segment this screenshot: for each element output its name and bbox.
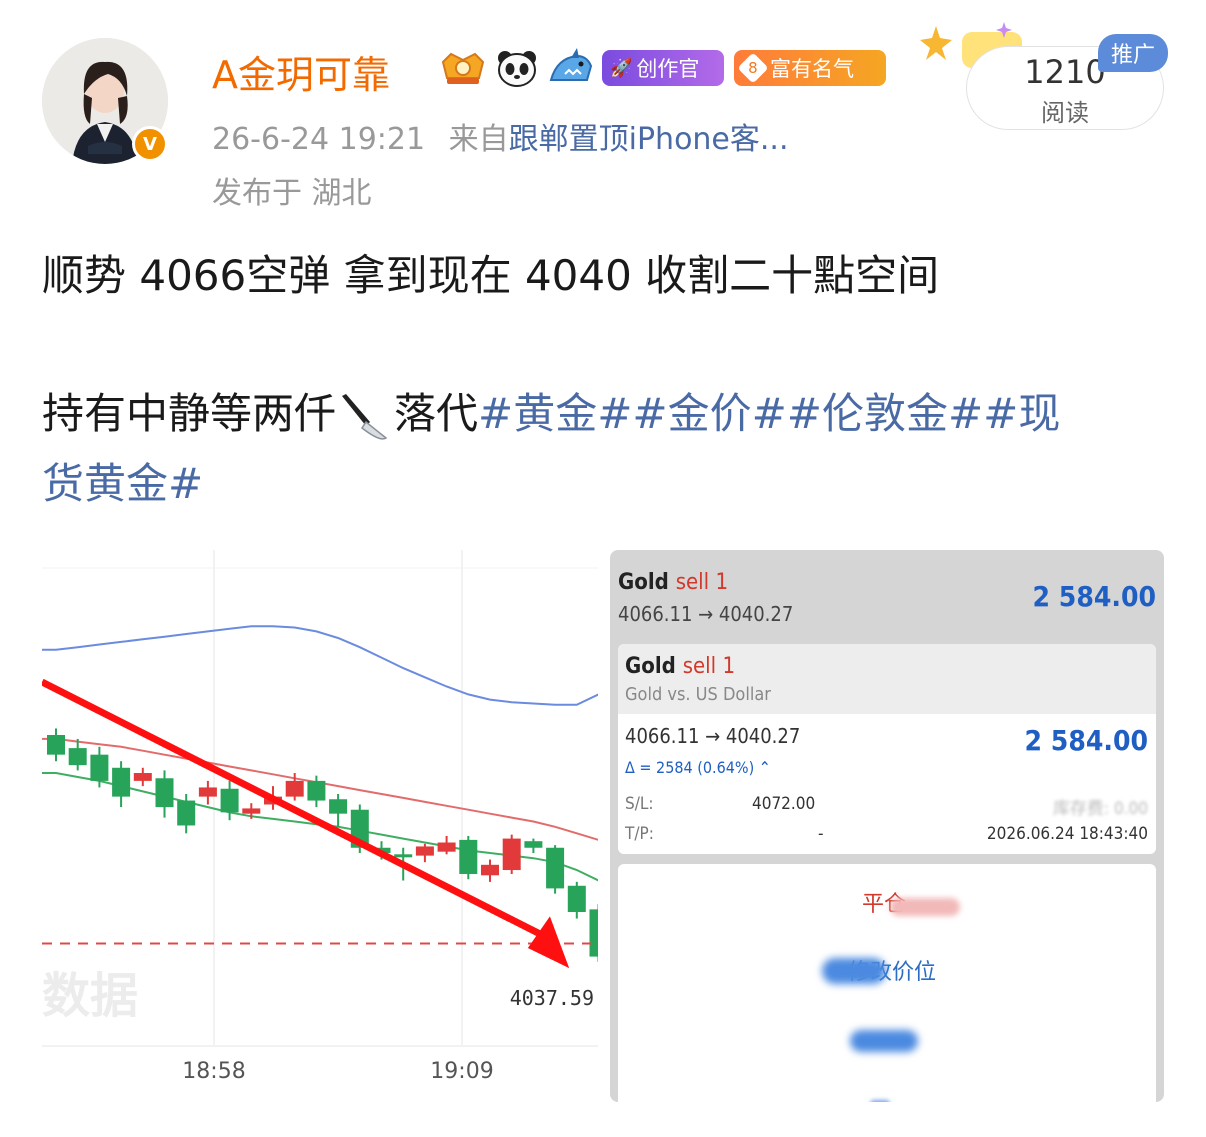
sl-label: S/L:	[625, 794, 654, 814]
swap-field: 库存费: 0.00	[1052, 799, 1148, 819]
post-source-link[interactable]: 跟郸置顶iPhone客...	[509, 122, 789, 157]
x-tick-label: 19:09	[430, 1059, 493, 1084]
x-tick-label: 18:58	[182, 1059, 245, 1084]
price-label: 4037.59	[510, 986, 594, 1010]
candle-body	[481, 864, 499, 876]
post-meta: 26-6-24 19:21 来自跟郸置顶iPhone客...	[212, 114, 789, 158]
creator-tag[interactable]: 🚀 创作官	[602, 50, 724, 86]
actions-card: 平仓 修改价位	[618, 864, 1156, 1102]
candle-body	[133, 773, 152, 781]
summary-profit: 2 584.00	[1032, 580, 1157, 613]
candle-body	[112, 767, 131, 797]
candle-body	[546, 847, 565, 889]
tp-value: -	[818, 824, 824, 844]
candle-body	[242, 808, 261, 814]
candle-body	[285, 780, 304, 797]
candle-body	[567, 885, 586, 912]
scribble-blue-3	[870, 1100, 890, 1102]
candle-body	[459, 839, 478, 874]
trend-arrow-head	[527, 916, 570, 969]
username[interactable]: A金玥可靠	[212, 44, 390, 99]
verified-badge-icon: V	[132, 126, 168, 162]
candle-body	[437, 842, 456, 852]
candle-body	[155, 778, 174, 808]
candlestick-chart: 数据 4037.59 18:58 19:09	[42, 550, 598, 1084]
candle-body	[415, 846, 434, 856]
candle-body	[307, 780, 326, 801]
trade-app-screenshot[interactable]: Gold sell 1 4066.11 → 4040.27 2 584.00 G…	[610, 550, 1164, 1102]
detail-symbol: Gold sell 1	[625, 654, 736, 679]
sl-value: 4072.00	[752, 794, 816, 814]
detail-subtitle: Gold vs. US Dollar	[625, 684, 771, 705]
tp-label: T/P:	[625, 824, 654, 844]
fame-tag[interactable]: 8 富有名气	[734, 50, 886, 86]
scribble-red	[890, 898, 960, 916]
summary-prices: 4066.11 → 4040.27	[618, 602, 794, 626]
post-location: 发布于 湖北	[212, 176, 372, 211]
summary-symbol: Gold sell 1	[618, 570, 729, 595]
rocket-icon: 🚀	[610, 57, 633, 79]
shark-icon	[546, 48, 596, 88]
open-time: 2026.06.24 18:43:40	[986, 824, 1148, 844]
candle-body	[394, 854, 413, 858]
candlestick-chart-image[interactable]: 数据 4037.59 18:58 19:09	[42, 550, 598, 1102]
panda-icon	[494, 48, 540, 88]
candle-body	[589, 909, 598, 957]
hashtag-links[interactable]: #黄金##金价##伦敦金##现	[478, 389, 1060, 438]
scribble-blue-2	[850, 1030, 918, 1052]
hashtag-link-spot-gold[interactable]: 货黄金#	[42, 456, 203, 512]
chevron-up-icon: ⌃	[758, 758, 771, 777]
candle-body	[524, 841, 543, 848]
post-timestamp: 26-6-24 19:21	[212, 122, 426, 157]
candle-body	[68, 748, 87, 766]
post-text-line-1: 顺势 4066空弹 拿到现在 4040 收割二十點空间	[42, 251, 940, 300]
from-label: 来自	[448, 122, 509, 157]
level-diamond-icon: 8	[737, 52, 769, 84]
detail-prices: 4066.11 → 4040.27	[625, 724, 801, 748]
watermark-text: 数据	[42, 968, 138, 1024]
read-label: 阅读	[1041, 99, 1089, 127]
promote-badge[interactable]: 推广	[1098, 34, 1168, 72]
candle-body	[177, 800, 196, 826]
delta-value: Δ = 2584 (0.64%) ⌃	[625, 758, 771, 777]
position-detail-card[interactable]: Gold sell 1 Gold vs. US Dollar 4066.11 →…	[618, 644, 1156, 854]
crown-medal-icon	[436, 48, 490, 88]
detail-profit: 2 584.00	[1024, 724, 1149, 757]
candle-body	[502, 838, 521, 871]
candle-body	[329, 799, 348, 814]
post-text-line-2: 持有中静等两仟 落代#黄金##金价##伦敦金##现	[42, 386, 1060, 442]
scribble-blue	[822, 958, 886, 984]
upper-band-line	[42, 625, 598, 706]
knife-icon	[336, 392, 394, 442]
candle-body	[220, 788, 239, 813]
candle-body	[47, 735, 65, 755]
candle-body	[198, 787, 217, 797]
candle-body	[90, 754, 109, 781]
